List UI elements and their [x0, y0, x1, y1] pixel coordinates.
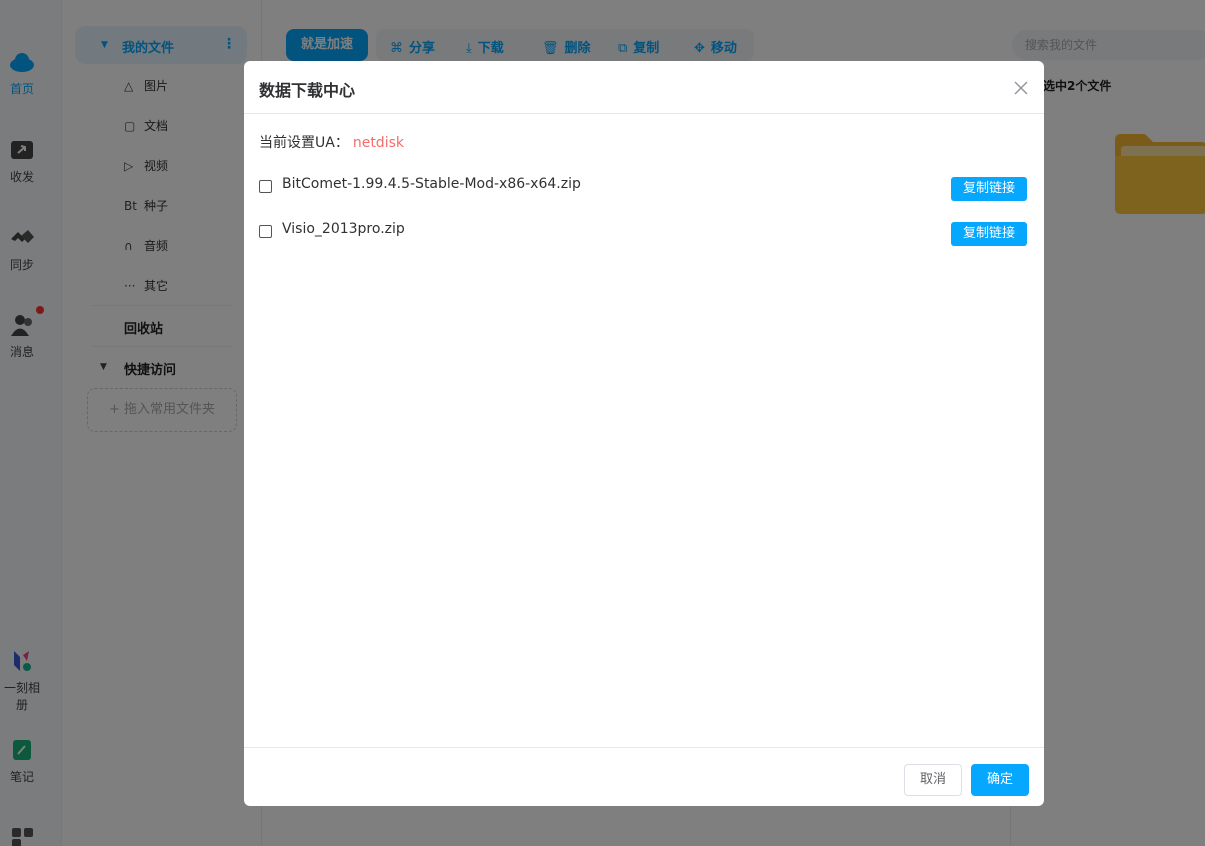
ua-setting: 当前设置UA： netdisk: [259, 132, 404, 152]
file-name: Visio_2013pro.zip: [282, 221, 405, 237]
download-center-dialog: 数据下载中心 当前设置UA： netdisk BitComet-1.99.4.5-…: [244, 61, 1044, 806]
dialog-footer: 取消 确定: [244, 747, 1044, 806]
file-name: BitComet-1.99.4.5-Stable-Mod-x86-x64.zip: [282, 176, 581, 192]
file-checkbox[interactable]: [259, 225, 272, 238]
cancel-button[interactable]: 取消: [904, 764, 962, 796]
confirm-button[interactable]: 确定: [971, 764, 1029, 796]
copy-link-button[interactable]: 复制链接: [951, 177, 1027, 201]
file-checkbox[interactable]: [259, 180, 272, 193]
close-icon[interactable]: [1012, 79, 1030, 97]
file-row: BitComet-1.99.4.5-Stable-Mod-x86-x64.zip…: [259, 175, 1029, 201]
dialog-header: 数据下载中心: [244, 61, 1044, 114]
dialog-title: 数据下载中心: [259, 81, 356, 100]
ua-value: netdisk: [352, 135, 404, 151]
ua-label: 当前设置UA：: [259, 135, 349, 151]
copy-link-button[interactable]: 复制链接: [951, 222, 1027, 246]
file-row: Visio_2013pro.zip 复制链接: [259, 220, 1029, 246]
